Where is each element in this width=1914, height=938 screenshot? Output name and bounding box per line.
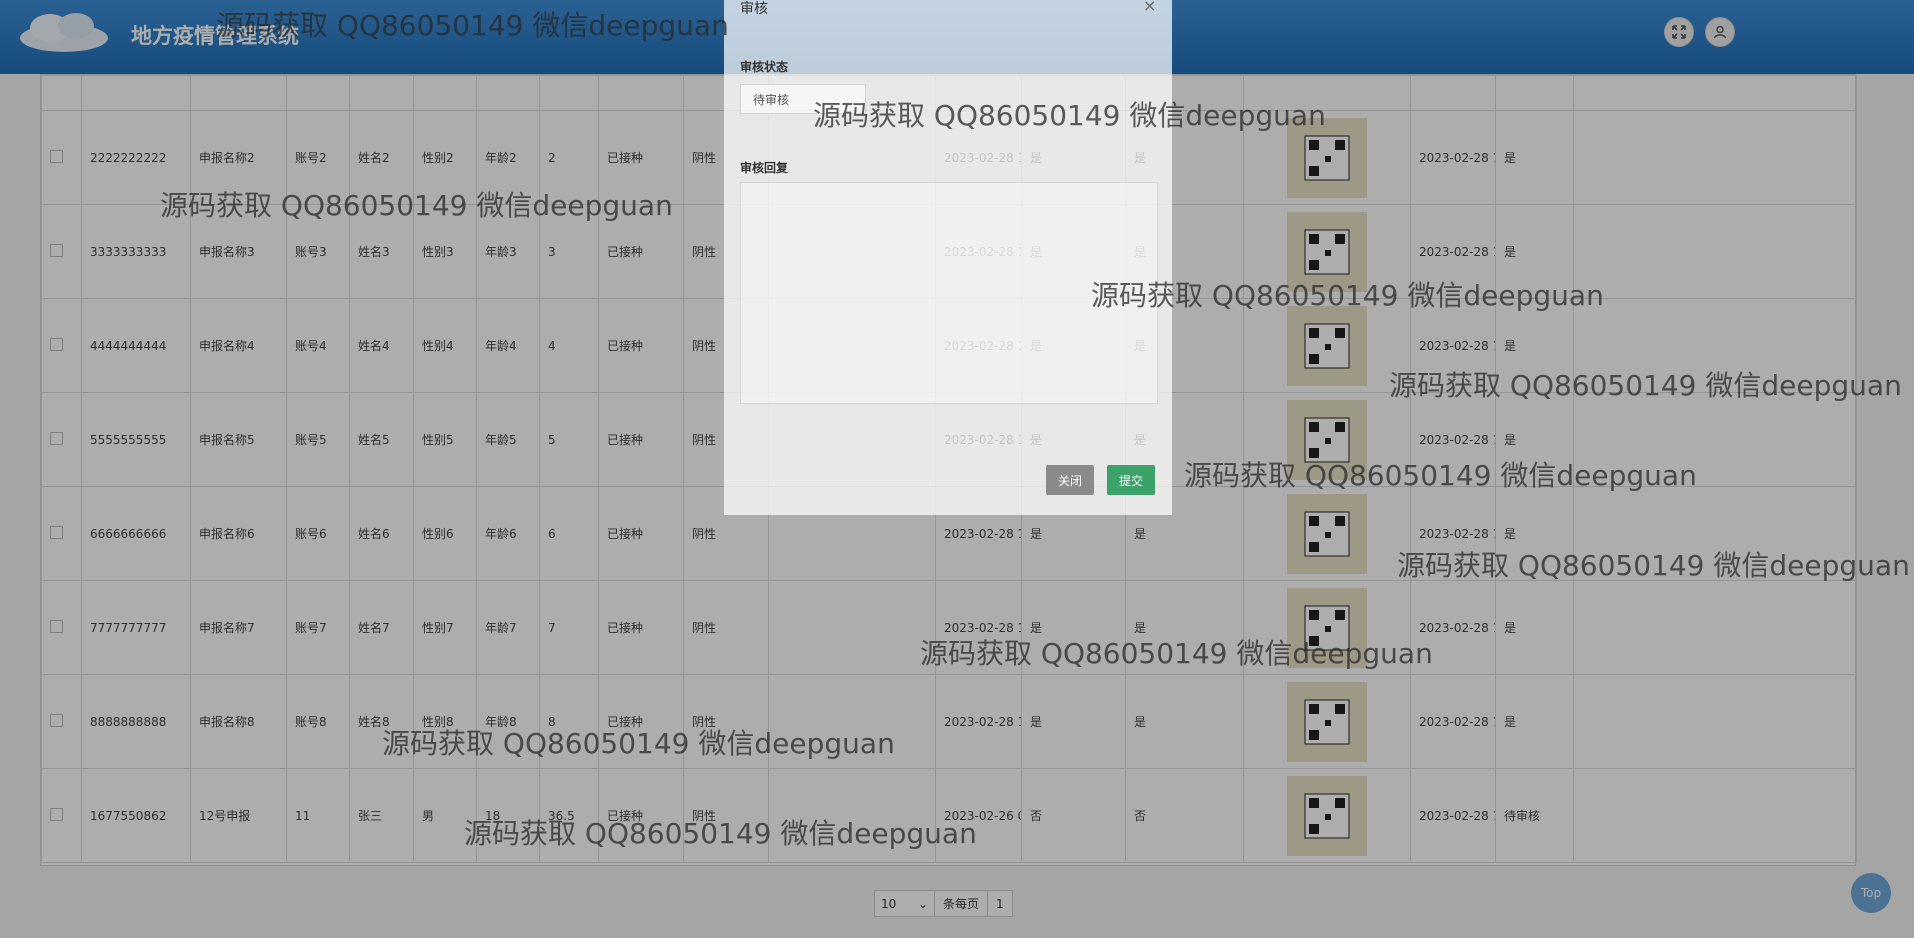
audit-reply-textarea[interactable] <box>740 182 1158 404</box>
submit-button[interactable]: 提交 <box>1107 465 1156 495</box>
audit-reply-label: 审核回复 <box>740 161 789 175</box>
dialog-title: 审核 <box>740 1 768 17</box>
audit-dialog: 审核 × 审核状态 待审核 审核回复 关闭 提交 <box>724 0 1172 515</box>
audit-status-value: 待审核 <box>753 92 790 107</box>
audit-status-select[interactable]: 待审核 <box>740 84 866 114</box>
close-icon[interactable]: × <box>1143 0 1156 15</box>
audit-status-label: 审核状态 <box>740 60 789 74</box>
close-button[interactable]: 关闭 <box>1046 465 1095 495</box>
